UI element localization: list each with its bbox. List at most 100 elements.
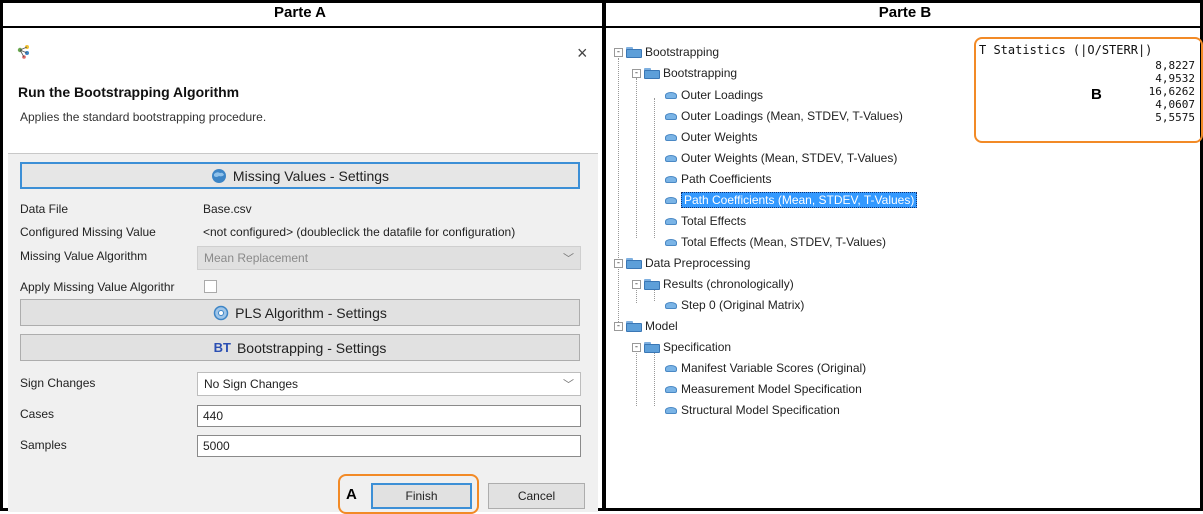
tree-leaf-label: Path Coefficients (Mean, STDEV, T-Values…: [681, 192, 918, 208]
tree-leaf-label: Measurement Model Specification: [681, 382, 862, 396]
cancel-button[interactable]: Cancel: [488, 483, 585, 509]
tree-node-specification[interactable]: - Specification: [632, 338, 731, 356]
t-statistic-value: 16,6262: [1148, 85, 1195, 98]
folder-icon: [644, 278, 660, 290]
tree-node-label: Model: [645, 319, 678, 333]
apply-missing-value-checkbox[interactable]: [204, 280, 217, 293]
data-file-label: Data File: [20, 202, 69, 216]
tree-leaf-label: Outer Loadings: [681, 88, 764, 102]
data-file-value: Base.csv: [203, 202, 252, 216]
folder-icon: [626, 46, 642, 58]
cases-input[interactable]: 440: [197, 405, 581, 427]
report-icon: [664, 237, 678, 247]
tree-leaf-total-effects-tvalues[interactable]: Total Effects (Mean, STDEV, T-Values): [664, 233, 886, 251]
pls-gear-icon: [213, 305, 229, 320]
tree-guide: [654, 98, 655, 238]
tree-node-model[interactable]: - Model: [614, 317, 678, 335]
collapse-icon[interactable]: -: [614, 321, 623, 331]
samples-label: Samples: [20, 438, 67, 452]
tree-guide: [654, 352, 655, 406]
tree-leaf-label: Step 0 (Original Matrix): [681, 298, 805, 312]
tree-leaf-label: Path Coefficients: [681, 172, 772, 186]
tree-leaf-label: Total Effects: [681, 214, 747, 228]
tree-leaf-outer-loadings[interactable]: Outer Loadings: [664, 86, 763, 104]
collapse-icon[interactable]: -: [632, 279, 641, 289]
tree-leaf-label: Manifest Variable Scores (Original): [681, 361, 867, 375]
dialog-subtitle: Applies the standard bootstrapping proce…: [20, 110, 267, 124]
report-icon: [664, 153, 678, 163]
missing-values-settings-button[interactable]: Missing Values - Settings: [20, 162, 580, 189]
smartpls-app-icon: [17, 45, 29, 59]
tree-node-label: Specification: [663, 340, 732, 354]
sign-changes-value: No Sign Changes: [204, 377, 299, 391]
globe-icon: [211, 168, 226, 183]
tree-leaf-step-0[interactable]: Step 0 (Original Matrix): [664, 296, 804, 314]
report-icon: [664, 90, 678, 100]
marker-b: B: [1091, 86, 1102, 103]
pls-algorithm-settings-label: PLS Algorithm - Settings: [235, 304, 387, 321]
tree-leaf-label: Total Effects (Mean, STDEV, T-Values): [681, 235, 886, 249]
report-icon: [664, 384, 678, 394]
folder-icon: [644, 341, 660, 353]
tree-leaf-path-coefficients-tvalues[interactable]: Path Coefficients (Mean, STDEV, T-Values…: [664, 191, 918, 209]
report-icon: [664, 174, 678, 184]
t-statistic-value: 4,9532: [1155, 72, 1195, 85]
missing-value-algorithm-select: Mean Replacement ﹀: [197, 246, 581, 270]
sign-changes-select[interactable]: No Sign Changes ﹀: [197, 372, 581, 396]
samples-value: 5000: [203, 439, 230, 453]
tree-node-bootstrapping[interactable]: - Bootstrapping: [614, 43, 719, 61]
cases-label: Cases: [20, 407, 55, 421]
chevron-down-icon: ﹀: [563, 379, 574, 391]
tree-leaf-outer-weights[interactable]: Outer Weights: [664, 128, 757, 146]
tree-leaf-total-effects[interactable]: Total Effects: [664, 212, 746, 230]
collapse-icon[interactable]: -: [632, 342, 641, 352]
apply-missing-value-label: Apply Missing Value Algorithr: [20, 280, 175, 294]
tree-leaf-path-coefficients[interactable]: Path Coefficients: [664, 170, 772, 188]
folder-icon: [626, 257, 642, 269]
report-icon: [664, 132, 678, 142]
cases-value: 440: [203, 409, 224, 423]
tree-node-bootstrapping-sub[interactable]: - Bootstrapping: [632, 64, 737, 82]
part-b-title-rule: [606, 26, 1200, 28]
tree-guide: [636, 78, 637, 238]
part-a-title: Parte A: [274, 4, 326, 21]
part-b-title: Parte B: [878, 4, 932, 21]
missing-value-algorithm-label: Missing Value Algorithm: [20, 249, 148, 263]
report-icon: [664, 216, 678, 226]
tree-leaf-structural-model[interactable]: Structural Model Specification: [664, 401, 840, 419]
collapse-icon[interactable]: -: [632, 68, 641, 78]
t-statistic-value: 4,0607: [1155, 98, 1195, 111]
bootstrapping-settings-label: Bootstrapping - Settings: [236, 339, 387, 356]
settings-panel: [8, 153, 598, 512]
bootstrapping-settings-button[interactable]: BT Bootstrapping - Settings: [20, 334, 580, 361]
finish-button[interactable]: Finish: [371, 483, 472, 509]
missing-values-settings-label: Missing Values - Settings: [232, 167, 390, 184]
sign-changes-label: Sign Changes: [20, 376, 96, 390]
t-statistic-value: 8,8227: [1155, 59, 1195, 72]
report-icon: [664, 405, 678, 415]
chevron-down-icon: ﹀: [563, 253, 574, 265]
tree-node-label: Bootstrapping: [645, 45, 720, 59]
collapse-icon[interactable]: -: [614, 47, 623, 57]
tree-node-data-preprocessing[interactable]: - Data Preprocessing: [614, 254, 750, 272]
tree-leaf-outer-loadings-tvalues[interactable]: Outer Loadings (Mean, STDEV, T-Values): [664, 107, 903, 125]
pls-algorithm-settings-button[interactable]: PLS Algorithm - Settings: [20, 299, 580, 326]
part-a-title-rule: [3, 26, 602, 28]
folder-icon: [644, 67, 660, 79]
t-statistics-header: T Statistics (|O/STERR|): [979, 43, 1153, 57]
collapse-icon[interactable]: -: [614, 258, 623, 268]
configured-missing-value[interactable]: <not configured> (doubleclick the datafi…: [203, 225, 515, 239]
tree-node-results[interactable]: - Results (chronologically): [632, 275, 794, 293]
close-icon[interactable]: ×: [577, 43, 588, 64]
tree-leaf-manifest-variable-scores[interactable]: Manifest Variable Scores (Original): [664, 359, 866, 377]
report-icon: [664, 195, 678, 205]
marker-a: A: [346, 486, 357, 503]
dialog-title: Run the Bootstrapping Algorithm: [18, 84, 240, 100]
t-statistic-value: 5,5575: [1155, 111, 1195, 124]
tree-leaf-measurement-model[interactable]: Measurement Model Specification: [664, 380, 862, 398]
samples-input[interactable]: 5000: [197, 435, 581, 457]
tree-node-label: Data Preprocessing: [645, 256, 751, 270]
tree-leaf-outer-weights-tvalues[interactable]: Outer Weights (Mean, STDEV, T-Values): [664, 149, 897, 167]
tree-leaf-label: Outer Weights (Mean, STDEV, T-Values): [681, 151, 898, 165]
folder-icon: [626, 320, 642, 332]
